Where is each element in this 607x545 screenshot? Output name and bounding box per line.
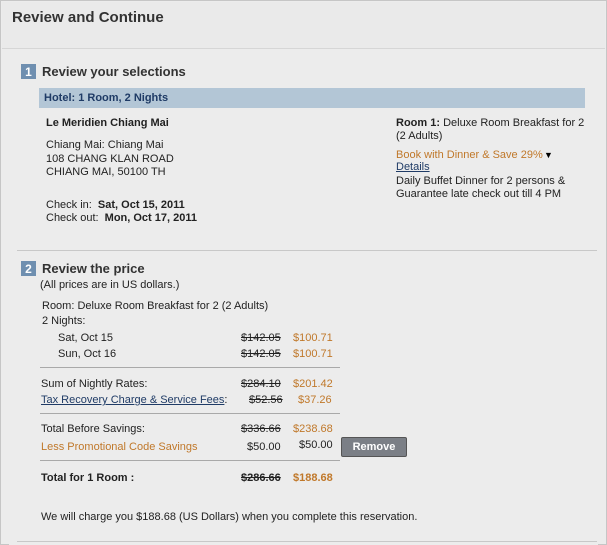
promo-desc-line-1: Daily Buffet Dinner for 2 persons & bbox=[396, 175, 566, 187]
header-bar: Review and Continue bbox=[2, 2, 605, 49]
room-desc-line-1: Deluxe Room Breakfast for 2 bbox=[443, 117, 585, 129]
step-number-2: 2 bbox=[21, 261, 36, 276]
step-number-1: 1 bbox=[21, 64, 36, 79]
address-line-2: 108 CHANG KLAN ROAD bbox=[46, 153, 174, 165]
promo-offer: Book with Dinner & Save 29% bbox=[396, 149, 543, 161]
night-date: Sat, Oct 15 bbox=[58, 332, 114, 344]
page-frame: Review and Continue 1 Review your select… bbox=[0, 0, 607, 545]
total-before-savings-original: $336.66 bbox=[241, 423, 281, 435]
hotel-name: Le Meridien Chiang Mai bbox=[46, 117, 169, 129]
total-original-price: $286.66 bbox=[241, 472, 281, 484]
hotel-summary-bar: Hotel: 1 Room, 2 Nights bbox=[39, 88, 585, 108]
checkin-row: Check in: Sat, Oct 15, 2011 bbox=[46, 199, 185, 211]
section-2-title: Review the price bbox=[42, 261, 145, 276]
section-2-header: 2 Review the price bbox=[21, 261, 145, 276]
details-link[interactable]: Details bbox=[396, 161, 430, 173]
room-desc-line-2: (2 Adults) bbox=[396, 130, 443, 142]
remove-promo-button[interactable]: Remove bbox=[341, 437, 407, 457]
page-title: Review and Continue bbox=[12, 9, 164, 26]
night-price: $100.71 bbox=[293, 332, 333, 344]
night-price: $100.71 bbox=[293, 348, 333, 360]
checkout-value: Mon, Oct 17, 2011 bbox=[104, 212, 197, 224]
price-divider bbox=[40, 413, 340, 414]
night-original-price: $142.05 bbox=[241, 332, 281, 344]
checkout-row: Check out: Mon, Oct 17, 2011 bbox=[46, 212, 197, 224]
section-divider bbox=[17, 250, 597, 251]
promo-desc-line-2: Guarantee late check out till 4 PM bbox=[396, 188, 562, 200]
charge-note: We will charge you $188.68 (US Dollars) … bbox=[41, 511, 418, 523]
currency-note: (All prices are in US dollars.) bbox=[40, 279, 180, 291]
section-1-title: Review your selections bbox=[42, 64, 186, 79]
tax-original-price: $52.56 bbox=[249, 394, 283, 406]
promo-savings-price: $50.00 bbox=[299, 439, 333, 451]
nights-label: 2 Nights: bbox=[42, 315, 86, 327]
address-line-3: CHIANG MAI, 50100 TH bbox=[46, 166, 166, 178]
checkout-label: Check out: bbox=[46, 212, 99, 224]
room-line: Room: Deluxe Room Breakfast for 2 (2 Adu… bbox=[42, 300, 269, 312]
checkin-label: Check in: bbox=[46, 199, 92, 211]
price-divider bbox=[40, 367, 340, 368]
tax-fees-link[interactable]: Tax Recovery Charge & Service Fees bbox=[41, 394, 224, 406]
review-panel: 1 Review your selections Hotel: 1 Room, … bbox=[9, 57, 598, 545]
night-original-price: $142.05 bbox=[241, 348, 281, 360]
night-date: Sun, Oct 16 bbox=[58, 348, 117, 360]
sum-original-price: $284.10 bbox=[241, 378, 281, 390]
total-label: Total for 1 Room : bbox=[41, 472, 135, 484]
sum-price: $201.42 bbox=[293, 378, 333, 390]
tax-price: $37.26 bbox=[298, 394, 332, 406]
total-before-savings-price: $238.68 bbox=[293, 423, 333, 435]
promo-savings-original: $50.00 bbox=[247, 441, 281, 453]
sum-label: Sum of Nightly Rates: bbox=[41, 378, 148, 390]
tax-colon: : bbox=[224, 394, 228, 406]
dropdown-arrow-icon[interactable]: ▼ bbox=[544, 150, 553, 160]
checkin-value: Sat, Oct 15, 2011 bbox=[97, 199, 185, 211]
price-divider bbox=[40, 460, 340, 461]
tax-row: Tax Recovery Charge & Service Fees: bbox=[41, 394, 227, 406]
total-before-savings-label: Total Before Savings: bbox=[41, 423, 145, 435]
room-row: Room 1: Deluxe Room Breakfast for 2 bbox=[396, 117, 584, 129]
room-label: Room 1: bbox=[396, 117, 440, 129]
bottom-divider bbox=[17, 541, 597, 542]
total-price: $188.68 bbox=[293, 472, 333, 484]
address-line-1: Chiang Mai: Chiang Mai bbox=[46, 139, 164, 151]
section-1-header: 1 Review your selections bbox=[21, 64, 186, 79]
promo-savings-label: Less Promotional Code Savings bbox=[41, 441, 198, 453]
